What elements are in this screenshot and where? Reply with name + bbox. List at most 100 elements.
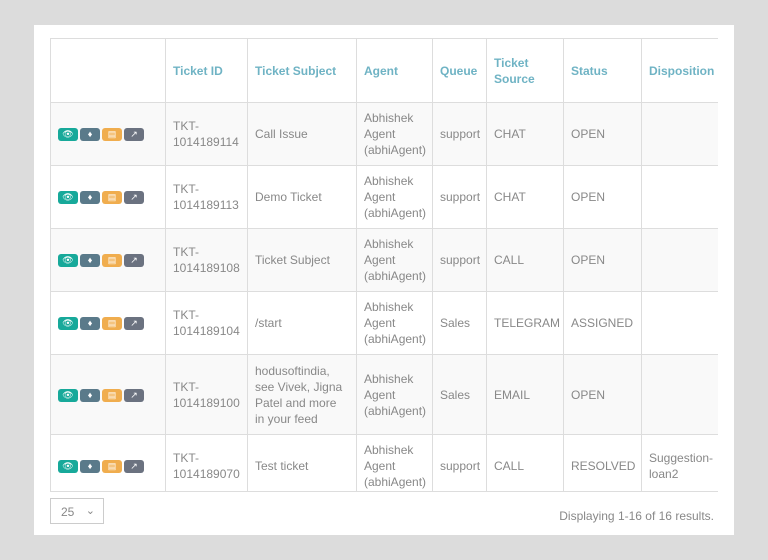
share-icon: ↗: [130, 318, 138, 329]
page-size-select[interactable]: 25 ⌄: [50, 498, 104, 524]
share-icon: ↗: [130, 129, 138, 140]
table-row: 👁 ♦ ▤ ↗ TKT-1014189114 Call Issue Abhishek Age…: [50, 102, 718, 166]
cell-queue: Sales: [432, 354, 487, 435]
ticket-button[interactable]: ♦: [80, 254, 100, 268]
cell-source: TELEGRAM: [486, 291, 564, 355]
cell-agent: Abhishek Agent (abhiAgent): [356, 434, 433, 491]
share-button[interactable]: ↗: [124, 128, 144, 142]
view-icon: 👁: [62, 129, 74, 140]
cell-disposition: [641, 291, 718, 355]
list-button[interactable]: ▤: [102, 254, 122, 268]
cell-status: OPEN: [563, 228, 642, 292]
cell-subject: /start: [247, 291, 357, 355]
ticket-icon: ♦: [87, 192, 93, 203]
view-button[interactable]: 👁: [58, 317, 78, 331]
actions-cell: 👁 ♦ ▤ ↗: [50, 102, 166, 166]
cell-id: TKT-1014189104: [165, 291, 248, 355]
view-button[interactable]: 👁: [58, 191, 78, 205]
view-icon: 👁: [62, 318, 74, 329]
cell-source: CHAT: [486, 102, 564, 166]
share-button[interactable]: ↗: [124, 317, 144, 331]
list-button[interactable]: ▤: [102, 317, 122, 331]
cell-status: OPEN: [563, 354, 642, 435]
cell-status: OPEN: [563, 165, 642, 229]
list-icon: ▤: [107, 461, 117, 472]
results-summary: Displaying 1-16 of 16 results.: [559, 509, 714, 523]
cell-status: RESOLVED: [563, 434, 642, 491]
cell-agent: Abhishek Agent (abhiAgent): [356, 291, 433, 355]
ticket-button[interactable]: ♦: [80, 191, 100, 205]
ticket-icon: ♦: [87, 461, 93, 472]
cell-subject: Demo Ticket: [247, 165, 357, 229]
view-icon: 👁: [62, 192, 74, 203]
cell-status: ASSIGNED: [563, 291, 642, 355]
cell-status: OPEN: [563, 102, 642, 166]
cell-disposition: [641, 102, 718, 166]
column-header[interactable]: Status: [563, 38, 642, 103]
cell-disposition: [641, 228, 718, 292]
share-button[interactable]: ↗: [124, 191, 144, 205]
share-icon: ↗: [130, 461, 138, 472]
share-button[interactable]: ↗: [124, 460, 144, 474]
list-icon: ▤: [107, 318, 117, 329]
cell-agent: Abhishek Agent (abhiAgent): [356, 102, 433, 166]
cell-queue: support: [432, 165, 487, 229]
column-header[interactable]: Ticket ID: [165, 38, 248, 103]
view-button[interactable]: 👁: [58, 460, 78, 474]
share-icon: ↗: [130, 255, 138, 266]
column-header[interactable]: Agent: [356, 38, 433, 103]
column-header: [50, 38, 166, 103]
share-button[interactable]: ↗: [124, 388, 144, 402]
actions-cell: 👁 ♦ ▤ ↗: [50, 228, 166, 292]
table-row: 👁 ♦ ▤ ↗ TKT-1014189104/start Abhishek Agent (…: [50, 291, 718, 355]
list-button[interactable]: ▤: [102, 128, 122, 142]
cell-id: TKT-1014189113: [165, 165, 248, 229]
cell-queue: support: [432, 228, 487, 292]
ticket-button[interactable]: ♦: [80, 128, 100, 142]
list-icon: ▤: [107, 255, 117, 266]
cell-queue: Sales: [432, 291, 487, 355]
column-header[interactable]: Queue: [432, 38, 487, 103]
view-icon: 👁: [62, 389, 74, 400]
cell-id: TKT-1014189070: [165, 434, 248, 491]
cell-agent: Abhishek Agent (abhiAgent): [356, 354, 433, 435]
cell-subject: Test ticket: [247, 434, 357, 491]
actions-cell: 👁 ♦ ▤ ↗: [50, 165, 166, 229]
column-header[interactable]: Ticket Source: [486, 38, 564, 103]
cell-queue: support: [432, 102, 487, 166]
view-button[interactable]: 👁: [58, 128, 78, 142]
cell-subject: hodusoftindia, see Vivek, Jigna Patel an…: [247, 354, 357, 435]
view-button[interactable]: 👁: [58, 388, 78, 402]
ticket-button[interactable]: ♦: [80, 460, 100, 474]
list-button[interactable]: ▤: [102, 388, 122, 402]
share-icon: ↗: [130, 389, 138, 400]
view-button[interactable]: 👁: [58, 254, 78, 268]
list-icon: ▤: [107, 192, 117, 203]
column-header[interactable]: Disposition: [641, 38, 718, 103]
cell-queue: support: [432, 434, 487, 491]
list-button[interactable]: ▤: [102, 191, 122, 205]
actions-cell: 👁 ♦ ▤ ↗: [50, 291, 166, 355]
column-header[interactable]: Ticket Subject: [247, 38, 357, 103]
ticket-button[interactable]: ♦: [80, 388, 100, 402]
ticket-icon: ♦: [87, 318, 93, 329]
panel: Ticket ID Ticket Subject Agent Queue Ticket …: [34, 25, 734, 535]
actions-cell: 👁 ♦ ▤ ↗: [50, 434, 166, 491]
ticket-table-scroll[interactable]: Ticket ID Ticket Subject Agent Queue Ticket …: [50, 38, 718, 492]
ticket-table: Ticket ID Ticket Subject Agent Queue Ticket …: [50, 38, 718, 491]
list-icon: ▤: [107, 389, 117, 400]
cell-subject: Ticket Subject: [247, 228, 357, 292]
list-icon: ▤: [107, 129, 117, 140]
cell-disposition: [641, 354, 718, 435]
cell-source: EMAIL: [486, 354, 564, 435]
share-icon: ↗: [130, 192, 138, 203]
cell-source: CHAT: [486, 165, 564, 229]
table-row: 👁 ♦ ▤ ↗ TKT-1014189070 Test ticket Abhishek Ag…: [50, 434, 718, 491]
view-icon: 👁: [62, 255, 74, 266]
actions-cell: 👁 ♦ ▤ ↗: [50, 354, 166, 435]
cell-source: CALL: [486, 228, 564, 292]
share-button[interactable]: ↗: [124, 254, 144, 268]
ticket-button[interactable]: ♦: [80, 317, 100, 331]
list-button[interactable]: ▤: [102, 460, 122, 474]
cell-id: TKT-1014189114: [165, 102, 248, 166]
